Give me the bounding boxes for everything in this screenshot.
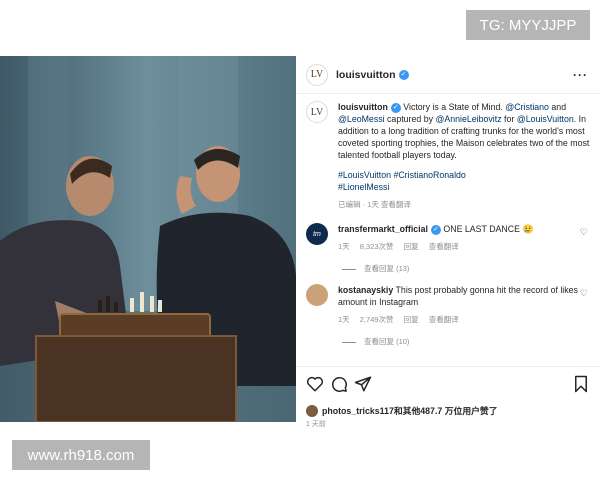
header-username[interactable]: louisvuitton <box>336 69 396 81</box>
comment-time: 1天 <box>338 315 350 324</box>
post-panel: LV louisvuitton ✓ ··· LV louisvuitton ✓ V… <box>296 56 600 428</box>
heart-icon[interactable] <box>306 375 324 393</box>
caption-text-3: captured by <box>384 114 436 124</box>
comment-translate-button[interactable]: 查看翻译 <box>429 315 459 324</box>
profile-avatar[interactable]: LV <box>306 63 328 86</box>
post-photo <box>0 56 296 422</box>
likes-summary[interactable]: photos_tricks117和其他487.7 万位用户赞了 <box>306 404 498 417</box>
comment-username[interactable]: transfermarkt_official <box>338 224 428 234</box>
verified-icon: ✓ <box>430 224 441 235</box>
hashtag-cristianoronaldo[interactable]: #CristianoRonaldo <box>393 170 465 180</box>
comment-time: 1天 <box>338 242 350 251</box>
comment-item: kostanayskiy This post probably gonna hi… <box>306 284 596 348</box>
comment-heart-icon[interactable]: ♡ <box>580 288 588 299</box>
watermark-bottom: www.rh918.com <box>12 440 150 470</box>
hashtag-lionelmessi[interactable]: #LionelMessi <box>338 182 389 192</box>
comment-heart-icon[interactable]: ♡ <box>580 227 588 238</box>
comment-text: ONE LAST DANCE 😢 <box>440 224 534 234</box>
caption-avatar[interactable]: LV <box>306 101 328 123</box>
caption-text-2: and <box>548 102 567 112</box>
post-actions: photos_tricks117和其他487.7 万位用户赞了 1 天前 <box>296 366 600 428</box>
comment-avatar[interactable]: tm <box>306 223 328 245</box>
comment-likes[interactable]: 8,323次赞 <box>360 242 394 251</box>
view-replies-label: 查看回复 (13) <box>364 264 410 273</box>
post-caption: LV louisvuitton ✓ Victory is a State of M… <box>306 101 596 211</box>
mention-annieleibovitz[interactable]: @AnnieLeibovitz <box>435 114 501 124</box>
replies-divider <box>342 341 356 343</box>
likes-text: photos_tricks117和其他487.7 万位用户赞了 <box>322 406 498 416</box>
comment-avatar[interactable] <box>306 284 328 306</box>
screenshot: TG: MYYJJPP LV louisvuitton ✓ ··· LV lou… <box>0 0 600 480</box>
comment-reply-button[interactable]: 回复 <box>404 242 419 251</box>
view-replies-button[interactable]: 查看回复 (13) <box>342 263 596 275</box>
comment-meta: 1天 8,323次赞 回复 查看翻译 <box>338 241 596 253</box>
post-image[interactable] <box>0 56 296 422</box>
comment-icon[interactable] <box>330 375 348 393</box>
mention-louisvuitton[interactable]: @LouisVuitton <box>517 114 574 124</box>
caption-meta: 已编辑 · 1天 查看翻译 <box>338 200 411 209</box>
share-icon[interactable] <box>354 375 372 393</box>
comment-reply-button[interactable]: 回复 <box>404 315 419 324</box>
comment-translate-button[interactable]: 查看翻译 <box>429 242 459 251</box>
comment-likes[interactable]: 2,749次赞 <box>360 315 394 324</box>
caption-username[interactable]: louisvuitton <box>338 102 388 112</box>
bookmark-icon[interactable] <box>572 375 590 393</box>
post-header: LV louisvuitton ✓ ··· <box>296 56 600 94</box>
replies-divider <box>342 268 356 270</box>
comment-meta: 1天 2,749次赞 回复 查看翻译 <box>338 314 596 326</box>
verified-icon: ✓ <box>390 102 401 113</box>
hashtag-louisvuitton[interactable]: #LouisVuitton <box>338 170 391 180</box>
comment-username[interactable]: kostanayskiy <box>338 285 393 295</box>
mention-cristiano[interactable]: @Cristiano <box>505 102 549 112</box>
hashtags: #LouisVuitton #CristianoRonaldo #LionelM… <box>338 169 596 193</box>
watermark-top: TG: MYYJJPP <box>466 10 590 40</box>
liker-avatar <box>306 404 318 417</box>
verified-icon: ✓ <box>398 69 409 80</box>
mention-leomessi[interactable]: @LeoMessi <box>338 114 385 124</box>
view-replies-button[interactable]: 查看回复 (10) <box>342 336 596 348</box>
view-replies-label: 查看回复 (10) <box>364 337 410 346</box>
post-age: 1 天前 <box>306 421 326 428</box>
more-icon[interactable]: ··· <box>573 68 588 82</box>
comment-item: tm transfermarkt_official ✓ ONE LAST DANC… <box>306 223 596 275</box>
caption-text-1: Victory is a State of Mind. <box>400 102 506 112</box>
caption-text-4: for <box>501 114 517 124</box>
